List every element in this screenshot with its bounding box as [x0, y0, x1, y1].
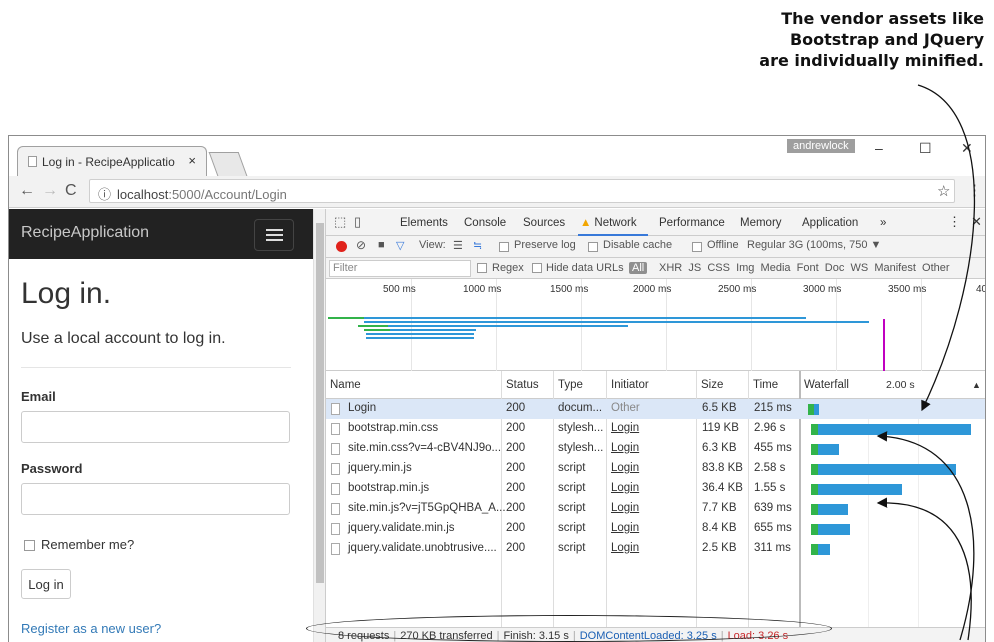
arrow-to-site-js — [876, 497, 972, 641]
arrow-to-site-css — [876, 431, 975, 641]
annotation-arrows — [876, 84, 976, 641]
arrow-to-bootstrap-css — [917, 84, 976, 412]
